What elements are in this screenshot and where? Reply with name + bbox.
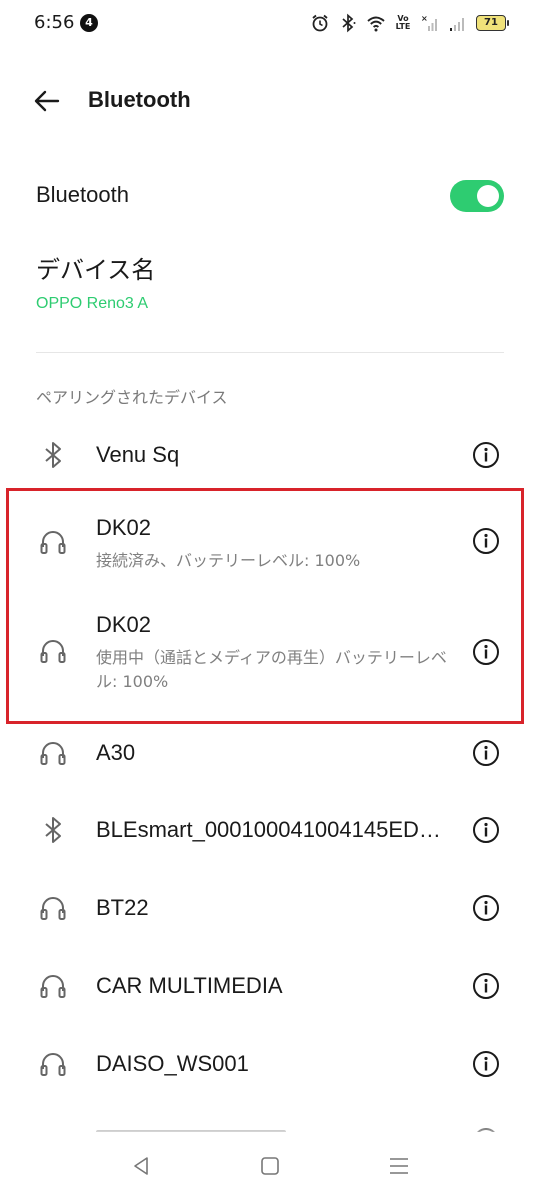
status-icons: Vo LTE × 71	[310, 12, 509, 34]
headphones-icon	[40, 897, 66, 920]
info-icon[interactable]	[472, 638, 500, 666]
bluetooth-icon	[45, 442, 61, 468]
signal-sim2-icon	[450, 18, 464, 31]
headphones-icon	[40, 1053, 66, 1076]
status-bar: 6:56 4 Vo LTE × 71	[0, 0, 540, 48]
app-header: Bluetooth	[0, 70, 540, 130]
status-time: 6:56	[34, 12, 75, 33]
device-row-blesmart[interactable]: BLEsmart_000100041004145ED…	[0, 807, 540, 853]
info-icon[interactable]	[472, 816, 500, 844]
volte-indicator: Vo LTE	[395, 14, 411, 31]
bluetooth-toggle-row[interactable]: Bluetooth	[36, 168, 504, 224]
device-name: DK02	[96, 612, 152, 637]
menu-lines-icon[interactable]	[387, 1154, 411, 1178]
device-name-value: OPPO Reno3 A	[36, 295, 149, 312]
headphones-icon	[40, 975, 66, 998]
info-icon[interactable]	[472, 527, 500, 555]
navigation-bar	[0, 1132, 540, 1200]
info-icon[interactable]	[472, 894, 500, 922]
signal-sim1-icon: ×	[421, 14, 437, 31]
device-name: DAISO_WS001	[96, 1051, 249, 1076]
info-icon[interactable]	[472, 739, 500, 767]
headphones-icon	[40, 531, 66, 554]
device-name-label: デバイス名	[36, 256, 156, 284]
device-row-daiso-ws001[interactable]: DAISO_WS001	[0, 1041, 540, 1087]
page-title: Bluetooth	[88, 87, 191, 112]
device-status: 接続済み、バッテリーレベル: 100%	[96, 551, 361, 570]
device-name: Venu Sq	[96, 442, 180, 467]
toggle-knob	[477, 185, 499, 207]
bluetooth-toggle-label: Bluetooth	[36, 182, 129, 207]
divider	[36, 352, 504, 353]
wifi-icon	[367, 16, 385, 32]
device-status: 使用中（通話とメディアの再生）バッテリーレベル: 100%	[96, 648, 447, 691]
device-row-a30[interactable]: A30	[0, 730, 540, 776]
device-name-setting[interactable]: デバイス名 OPPO Reno3 A	[36, 250, 504, 313]
device-row-dk02-connected[interactable]: DK02 接続済み、バッテリーレベル: 100%	[0, 505, 540, 583]
bluetooth-toggle-switch[interactable]	[450, 180, 504, 212]
device-row-dk02-in-use[interactable]: DK02 使用中（通話とメディアの再生）バッテリーレベル: 100%	[0, 602, 540, 702]
device-name: BLEsmart_000100041004145ED…	[96, 817, 441, 842]
bluetooth-status-icon	[342, 13, 356, 33]
device-row-car-multimedia[interactable]: CAR MULTIMEDIA	[0, 963, 540, 1009]
bluetooth-icon	[45, 817, 61, 843]
info-icon[interactable]	[472, 1050, 500, 1078]
back-triangle-icon[interactable]	[129, 1154, 153, 1178]
headphones-icon	[40, 640, 66, 663]
device-name: CAR MULTIMEDIA	[96, 973, 283, 998]
device-name: A30	[96, 740, 136, 765]
notification-count-badge: 4	[80, 14, 98, 32]
device-name: DK02	[96, 515, 152, 540]
info-icon[interactable]	[472, 441, 500, 469]
paired-devices-section-title: ペアリングされたデバイス	[36, 388, 228, 407]
svg-text:×: ×	[421, 14, 428, 23]
headphones-icon	[40, 742, 66, 765]
alarm-icon	[312, 14, 328, 32]
back-arrow-icon[interactable]	[30, 84, 64, 118]
battery-indicator: 71	[476, 15, 509, 31]
device-row-venu-sq[interactable]: Venu Sq	[0, 432, 540, 478]
device-row-bt22[interactable]: BT22	[0, 885, 540, 931]
info-icon[interactable]	[472, 972, 500, 1000]
device-name: BT22	[96, 895, 149, 920]
home-square-icon[interactable]	[258, 1154, 282, 1178]
